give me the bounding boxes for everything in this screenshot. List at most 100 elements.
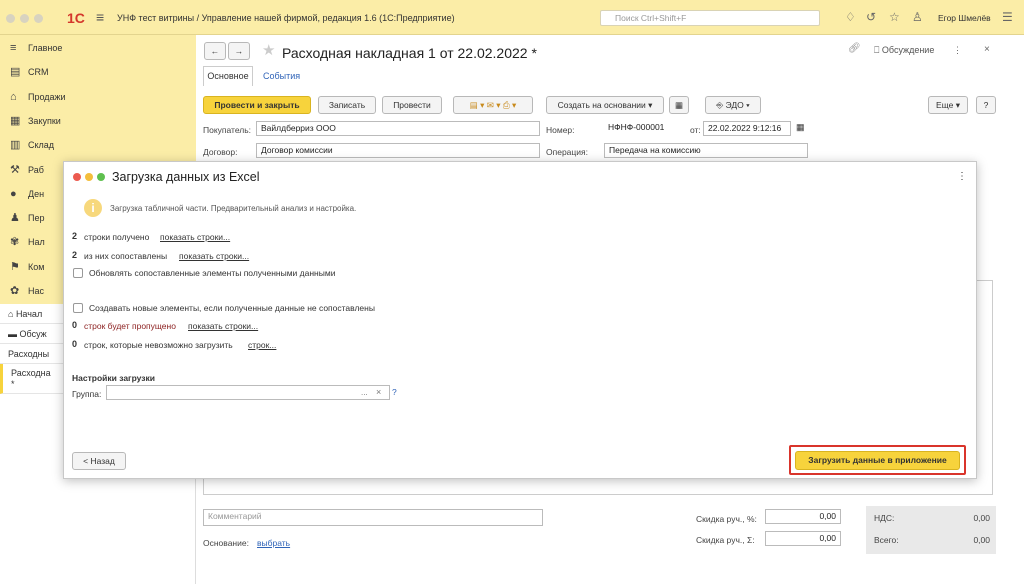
- calendar-icon[interactable]: ▦: [796, 122, 805, 133]
- date-label: от:: [690, 125, 701, 135]
- back-button[interactable]: < Назад: [72, 452, 126, 470]
- search-input[interactable]: Поиск Ctrl+Shift+F: [600, 10, 820, 26]
- dialog-maximize-control[interactable]: [97, 173, 105, 181]
- forward-arrow-icon[interactable]: →: [228, 42, 250, 60]
- title-bar: 1С ≡ УНФ тест витрины / Управление нашей…: [0, 0, 1024, 35]
- sidebar-item-label: Ден: [28, 188, 45, 199]
- sidebar-item-icon: ⌂: [10, 90, 17, 103]
- update-matched-checkbox[interactable]: [73, 268, 83, 278]
- sidebar-item-label: Склад: [28, 140, 55, 151]
- help-button[interactable]: ?: [976, 96, 996, 114]
- group-field[interactable]: [106, 385, 390, 400]
- failed-text: строк, которые невозможно загрузить: [84, 340, 233, 350]
- dialog-close-control[interactable]: [73, 173, 81, 181]
- group-clear-icon[interactable]: ×: [376, 387, 381, 397]
- menu-icon[interactable]: ≡: [96, 9, 104, 25]
- number-field[interactable]: НФНФ-000001: [604, 121, 684, 136]
- print-tools-group[interactable]: ▤ ▾ ✉ ▾ ⎙ ▾: [453, 96, 533, 114]
- more-icon[interactable]: ⋮: [953, 45, 962, 56]
- dialog-minimize-control[interactable]: [85, 173, 93, 181]
- star-icon[interactable]: ☆: [889, 10, 900, 24]
- sidebar-item-icon: ✿: [10, 285, 20, 297]
- group-label: Группа:: [72, 389, 102, 399]
- more-button[interactable]: Еще ▾: [928, 96, 968, 114]
- sidebar-item-0[interactable]: ≡ Главное: [0, 37, 196, 59]
- load-data-button[interactable]: Загрузить данные в приложение: [795, 451, 960, 470]
- bell-icon[interactable]: ♢: [845, 10, 856, 24]
- user-name[interactable]: Егор Шмелёв: [938, 13, 991, 23]
- history-icon[interactable]: ↺: [866, 10, 876, 24]
- matched-text: из них сопоставлены: [84, 251, 168, 261]
- discount-sum-field[interactable]: 0,00: [765, 531, 841, 546]
- number-label: Номер:: [546, 125, 575, 135]
- structure-icon[interactable]: ▦: [669, 96, 689, 114]
- window-minimize-control[interactable]: [20, 14, 29, 23]
- discount-pct-field[interactable]: 0,00: [765, 509, 841, 524]
- failed-show-link[interactable]: строк...: [248, 340, 276, 350]
- sidebar-item-icon: ▥: [10, 139, 21, 152]
- window-maximize-control[interactable]: [34, 14, 43, 23]
- sidebar-item-icon: ●: [10, 187, 17, 200]
- contract-field[interactable]: Договор комиссии: [256, 143, 540, 158]
- discount-pct-label: Скидка руч., %:: [696, 514, 757, 524]
- sidebar-item-label: Раб: [28, 164, 44, 175]
- operation-label: Операция:: [546, 147, 588, 157]
- tab-events[interactable]: События: [263, 71, 300, 81]
- received-count: 2: [72, 231, 78, 241]
- sidebar-item-icon: ⚒: [10, 163, 20, 176]
- sidebar-item-icon: ▦: [10, 114, 21, 127]
- create-based-on-button[interactable]: Создать на основании ▾: [546, 96, 664, 114]
- post-button[interactable]: Провести: [382, 96, 442, 114]
- favorite-star-icon[interactable]: ★: [262, 41, 275, 59]
- vat-value: 0,00: [973, 513, 990, 523]
- home-icon: ⌂: [8, 309, 16, 319]
- sidebar-item-1[interactable]: ▤ CRM: [0, 61, 196, 83]
- settings-menu-icon[interactable]: ☰: [1002, 10, 1013, 24]
- user-icon[interactable]: ♙: [912, 10, 923, 24]
- skipped-show-link[interactable]: показать строки...: [188, 321, 258, 331]
- link-icon[interactable]: 🔗︎: [848, 43, 861, 54]
- matched-show-link[interactable]: показать строки...: [179, 251, 249, 261]
- matched-count: 2: [72, 250, 78, 260]
- excel-import-dialog: Загрузка данных из Excel ⋮ i Загрузка та…: [63, 161, 977, 479]
- basis-label: Основание:: [203, 538, 249, 548]
- sidebar-item-label: Закупки: [28, 115, 61, 126]
- basis-link[interactable]: выбрать: [257, 538, 290, 548]
- dialog-hint: Загрузка табличной части. Предварительны…: [110, 204, 357, 213]
- sidebar-item-icon: ✾: [10, 236, 20, 249]
- sidebar-item-label: Продажи: [28, 91, 66, 102]
- total-label: Всего:: [874, 535, 899, 545]
- comment-input[interactable]: Комментарий: [203, 509, 543, 526]
- edo-button[interactable]: ⎆ ЭДО ▾: [705, 96, 761, 114]
- group-select-icon[interactable]: ...: [361, 388, 368, 397]
- back-arrow-icon[interactable]: ←: [204, 42, 226, 60]
- app-logo: 1С: [67, 10, 85, 26]
- app-title: УНФ тест витрины / Управление нашей фирм…: [117, 13, 455, 23]
- operation-field[interactable]: Передача на комиссию: [604, 143, 808, 158]
- chat-icon: ▬: [8, 329, 20, 339]
- discussion-button[interactable]: ⎕ Обсуждение: [874, 45, 934, 56]
- sidebar-item-4[interactable]: ▥ Склад: [0, 134, 196, 156]
- create-new-checkbox[interactable]: [73, 303, 83, 313]
- totals-panel: НДС: 0,00 Всего: 0,00: [866, 506, 996, 554]
- sidebar-item-icon: ♟: [10, 212, 20, 225]
- tab-main[interactable]: Основное: [203, 66, 253, 86]
- sidebar-item-icon: ⚑: [10, 260, 20, 273]
- save-button[interactable]: Записать: [318, 96, 376, 114]
- skipped-text: строк будет пропущено: [84, 321, 176, 331]
- sidebar-item-label: Ком: [28, 261, 45, 272]
- date-field[interactable]: 22.02.2022 9:12:16: [703, 121, 791, 136]
- window-close-control[interactable]: [6, 14, 15, 23]
- dialog-more-icon[interactable]: ⋮: [957, 171, 967, 182]
- group-help-icon[interactable]: ?: [392, 387, 397, 397]
- post-and-close-button[interactable]: Провести и закрыть: [203, 96, 311, 114]
- buyer-field[interactable]: Вайлдберриз ООО: [256, 121, 540, 136]
- discount-sum-label: Скидка руч., Σ:: [696, 535, 755, 545]
- sidebar-item-label: Нал: [28, 237, 45, 248]
- sidebar-item-label: Пер: [28, 213, 45, 224]
- sidebar-item-2[interactable]: ⌂ Продажи: [0, 86, 196, 108]
- info-icon: i: [84, 199, 102, 217]
- received-show-link[interactable]: показать строки...: [160, 232, 230, 242]
- sidebar-item-3[interactable]: ▦ Закупки: [0, 110, 196, 132]
- close-icon[interactable]: ×: [984, 44, 990, 55]
